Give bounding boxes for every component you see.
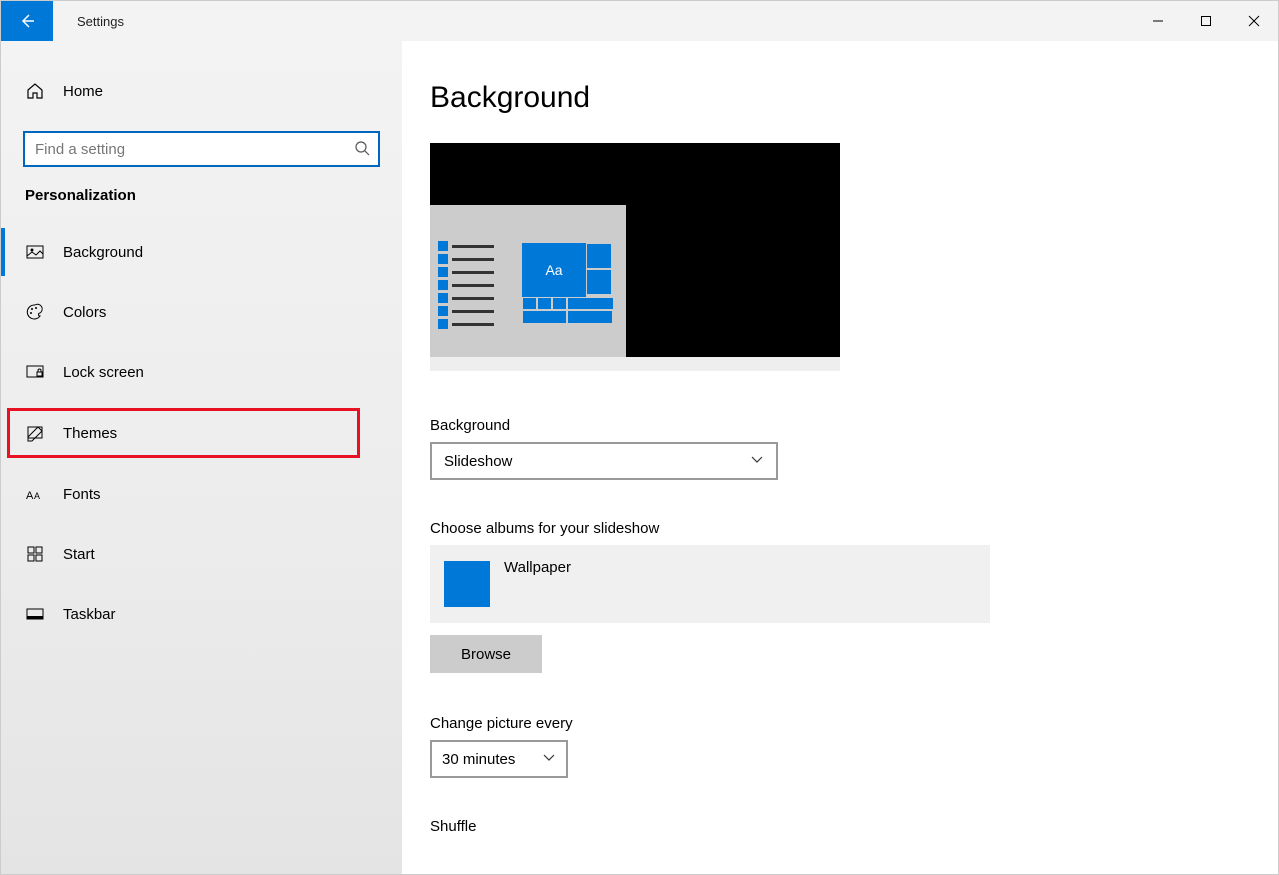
sidebar-item-fonts[interactable]: AA Fonts	[1, 470, 402, 518]
change-picture-label: Change picture every	[430, 715, 1250, 732]
desktop-preview: Aa	[430, 143, 840, 371]
background-dropdown[interactable]: Slideshow	[430, 442, 778, 480]
window-title: Settings	[77, 14, 124, 29]
themes-icon	[25, 424, 45, 442]
sidebar-item-label: Colors	[63, 304, 106, 321]
maximize-button[interactable]	[1182, 1, 1230, 41]
fonts-icon: AA	[25, 486, 45, 502]
album-thumbnail	[444, 561, 490, 607]
maximize-icon	[1200, 15, 1212, 27]
palette-icon	[25, 303, 45, 321]
page-title: Background	[430, 81, 1250, 115]
svg-text:A: A	[34, 491, 40, 501]
chevron-down-icon	[542, 750, 556, 769]
content: Background Aa	[402, 41, 1278, 874]
minimize-icon	[1152, 15, 1164, 27]
albums-label: Choose albums for your slideshow	[430, 520, 1250, 537]
back-button[interactable]	[1, 1, 53, 41]
close-button[interactable]	[1230, 1, 1278, 41]
browse-label: Browse	[461, 646, 511, 663]
search-icon	[354, 140, 370, 161]
sidebar-item-lockscreen[interactable]: Lock screen	[1, 348, 402, 396]
sidebar-item-label: Lock screen	[63, 364, 144, 381]
sidebar-item-label: Taskbar	[63, 606, 116, 623]
preview-sample-text: Aa	[522, 243, 586, 297]
sidebar-item-start[interactable]: Start	[1, 530, 402, 578]
sidebar-item-label: Background	[63, 244, 143, 261]
picture-icon	[25, 243, 45, 261]
chevron-down-icon	[750, 452, 764, 471]
sidebar-item-label: Themes	[63, 425, 117, 442]
sidebar: Home Personalization Background Colors	[1, 41, 402, 874]
change-picture-value: 30 minutes	[442, 751, 515, 768]
sidebar-item-colors[interactable]: Colors	[1, 288, 402, 336]
lockscreen-icon	[25, 363, 45, 381]
titlebar: Settings	[1, 1, 1278, 41]
start-icon	[25, 545, 45, 563]
sidebar-item-label: Fonts	[63, 486, 101, 503]
background-value: Slideshow	[444, 453, 512, 470]
home-link[interactable]: Home	[1, 71, 402, 111]
sidebar-item-background[interactable]: Background	[1, 228, 402, 276]
change-picture-dropdown[interactable]: 30 minutes	[430, 740, 568, 778]
section-title: Personalization	[1, 187, 402, 204]
background-label: Background	[430, 417, 1250, 434]
close-icon	[1248, 15, 1260, 27]
taskbar-icon	[25, 605, 45, 623]
home-label: Home	[63, 83, 103, 100]
album-name: Wallpaper	[504, 559, 571, 576]
back-arrow-icon	[19, 13, 35, 29]
sidebar-item-taskbar[interactable]: Taskbar	[1, 590, 402, 638]
svg-text:A: A	[26, 490, 34, 502]
minimize-button[interactable]	[1134, 1, 1182, 41]
search-input[interactable]	[23, 131, 380, 167]
browse-button[interactable]: Browse	[430, 635, 542, 673]
home-icon	[25, 82, 45, 100]
album-item[interactable]: Wallpaper	[430, 545, 990, 623]
search-wrapper	[23, 131, 380, 167]
sidebar-item-themes[interactable]: Themes	[7, 408, 360, 458]
sidebar-item-label: Start	[63, 546, 95, 563]
shuffle-label: Shuffle	[430, 818, 1250, 835]
